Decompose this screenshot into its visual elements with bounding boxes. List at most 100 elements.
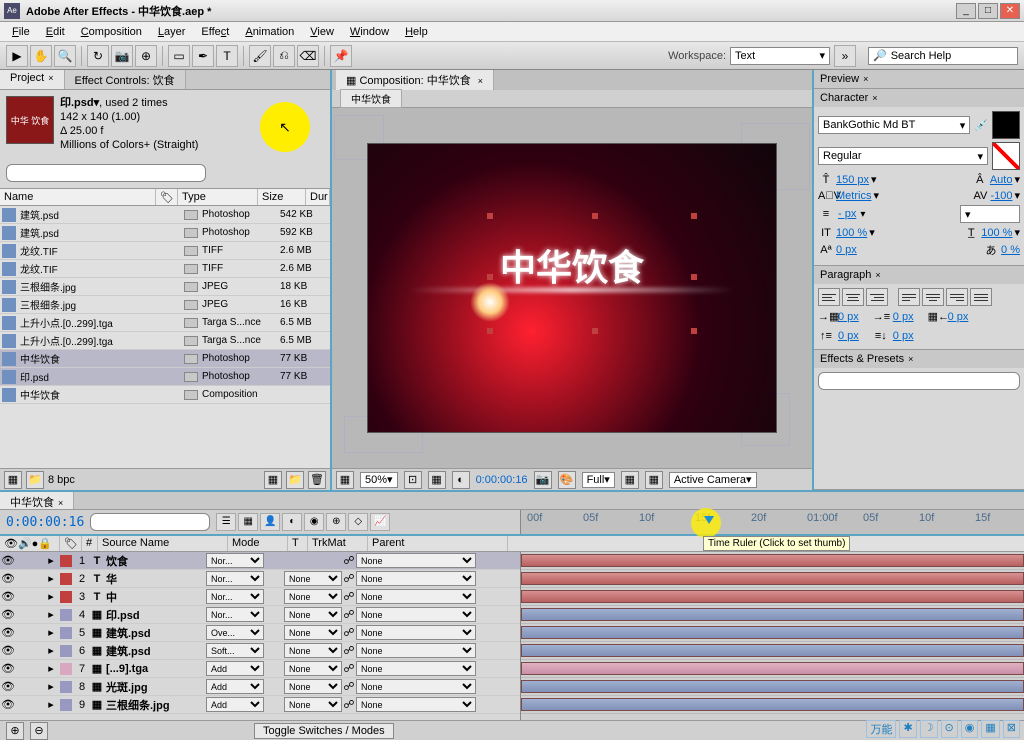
col-name[interactable]: Name (0, 189, 156, 205)
indent-right-value[interactable]: 0 px (948, 311, 969, 323)
fill-color-swatch[interactable] (992, 111, 1020, 139)
frame-blend-button[interactable]: ◐ (282, 513, 302, 531)
project-row[interactable]: 中华饮食Photoshop77 KB (0, 350, 330, 368)
project-row[interactable]: 龙纹.TIFTIFF2.6 MB (0, 260, 330, 278)
interpret-footage-button[interactable]: ▦ (4, 471, 22, 489)
vscale-value[interactable]: 100 % (836, 227, 867, 239)
tracking-value[interactable]: -100 (990, 190, 1012, 202)
timeline-layer-rows[interactable]: 👁▸1T饮食Nor...☍None👁▸2T华Nor...None☍None👁▸3… (0, 552, 520, 720)
project-row[interactable]: 上升小点.[0..299].tgaTarga S...nce6.5 MB (0, 332, 330, 350)
justify-last-center-button[interactable] (922, 288, 944, 306)
transparency-button[interactable]: ▦ (621, 471, 639, 489)
col-mode[interactable]: Mode (228, 536, 288, 551)
project-row[interactable]: 上升小点.[0..299].tgaTarga S...nce6.5 MB (0, 314, 330, 332)
leading-value[interactable]: Auto (990, 174, 1013, 186)
timeline-layer-row[interactable]: 👁▸8▦光斑.jpgAddNone☍None (0, 678, 520, 696)
status-3[interactable]: ☽ (920, 720, 938, 738)
shy-button[interactable]: 👤 (260, 513, 280, 531)
tab-effect-controls[interactable]: Effect Controls: 饮食 (65, 70, 186, 89)
pan-behind-tool[interactable]: ⊕ (135, 45, 157, 67)
timeline-layer-row[interactable]: 👁▸2T华Nor...None☍None (0, 570, 520, 588)
new-comp-button[interactable]: ▦ (264, 471, 282, 489)
mask-button[interactable]: ◐ (452, 471, 470, 489)
new-folder2-button[interactable]: 📁 (286, 471, 304, 489)
timeline-layer-row[interactable]: 👁▸6▦建筑.psdSoft...None☍None (0, 642, 520, 660)
stroke-style-dropdown[interactable]: ▾ (960, 205, 1020, 223)
graph-editor-button[interactable]: 📈 (370, 513, 390, 531)
channels-button[interactable]: 🎨 (558, 471, 576, 489)
align-right-button[interactable] (866, 288, 888, 306)
col-trkmat[interactable]: TrkMat (308, 536, 368, 551)
character-panel-header[interactable]: Character× (814, 89, 1024, 107)
rotate-tool[interactable]: ↻ (87, 45, 109, 67)
timeline-layer-row[interactable]: 👁▸4▦印.psdNor...None☍None (0, 606, 520, 624)
eraser-tool[interactable]: ⌫ (297, 45, 319, 67)
project-row[interactable]: 三根细条.jpgJPEG16 KB (0, 296, 330, 314)
menu-help[interactable]: Help (397, 24, 436, 40)
playhead-icon[interactable] (704, 516, 714, 524)
composition-viewer[interactable]: 中华饮食 (332, 108, 812, 468)
rect-tool[interactable]: ▭ (168, 45, 190, 67)
eyedropper-icon[interactable]: 💉 (974, 119, 988, 132)
maximize-button[interactable]: □ (978, 3, 998, 19)
col-source-name[interactable]: Source Name (98, 536, 228, 551)
project-row[interactable]: 印.psdPhotoshop77 KB (0, 368, 330, 386)
search-help-field[interactable]: 🔎 Search Help (868, 47, 1018, 65)
clone-tool[interactable]: ⎌ (273, 45, 295, 67)
timeline-tracks[interactable] (520, 552, 1024, 720)
time-ruler[interactable]: 00f05f10f15f20f01:00f05f10f15f Time Rule… (520, 510, 1024, 534)
col-parent[interactable]: Parent (368, 536, 508, 551)
3d-view-button[interactable]: ▦ (645, 471, 663, 489)
pen-tool[interactable]: ✒ (192, 45, 214, 67)
status-1[interactable]: 万能 (866, 720, 896, 738)
grid-button[interactable]: ▦ (428, 471, 446, 489)
brush-tool[interactable]: 🖌 (249, 45, 271, 67)
draft-3d-button[interactable]: ▦ (238, 513, 258, 531)
hand-tool[interactable]: ✋ (30, 45, 52, 67)
space-before-value[interactable]: 0 px (838, 330, 859, 342)
hscale-value[interactable]: 100 % (981, 227, 1012, 239)
motion-blur-button[interactable]: ◉ (304, 513, 324, 531)
camera-dropdown[interactable]: Active Camera ▾ (669, 472, 757, 488)
timeline-toggle-button[interactable]: ⊕ (6, 722, 24, 740)
align-left-button[interactable] (818, 288, 840, 306)
effects-panel-header[interactable]: Effects & Presets× (814, 350, 1024, 368)
timeline-search-input[interactable] (90, 513, 210, 531)
col-dur[interactable]: Dur (306, 189, 330, 205)
project-list[interactable]: 建筑.psdPhotoshop542 KB建筑.psdPhotoshop592 … (0, 206, 330, 468)
region-button[interactable]: ▦ (336, 471, 354, 489)
timeline-timecode[interactable]: 0:00:00:16 (6, 515, 84, 530)
text-tool[interactable]: T (216, 45, 238, 67)
status-6[interactable]: ▦ (981, 720, 999, 738)
brainstorm-button[interactable]: ⊕ (326, 513, 346, 531)
auto-keyframe-button[interactable]: ◇ (348, 513, 368, 531)
minimize-button[interactable]: _ (956, 3, 976, 19)
timeline-layer-row[interactable]: 👁▸5▦建筑.psdOve...None☍None (0, 624, 520, 642)
menu-layer[interactable]: Layer (150, 24, 194, 40)
font-size-value[interactable]: 150 px (836, 174, 869, 186)
timeline-layer-row[interactable]: 👁▸7▦[...9].tgaAddNone☍None (0, 660, 520, 678)
font-family-dropdown[interactable]: BankGothic Md BT▾ (818, 116, 970, 134)
menu-window[interactable]: Window (342, 24, 397, 40)
font-style-dropdown[interactable]: Regular▾ (818, 147, 988, 165)
project-row[interactable]: 龙纹.TIFTIFF2.6 MB (0, 242, 330, 260)
timeline-layer-row[interactable]: 👁▸1T饮食Nor...☍None (0, 552, 520, 570)
timeline-toggle2-button[interactable]: ⊖ (30, 722, 48, 740)
new-folder-button[interactable]: 📁 (26, 471, 44, 489)
menu-file[interactable]: File (4, 24, 38, 40)
snapshot-button[interactable]: 📷 (534, 471, 552, 489)
timeline-layer-row[interactable]: 👁▸3T中Nor...None☍None (0, 588, 520, 606)
camera-tool[interactable]: 📷 (111, 45, 133, 67)
resolution-dropdown[interactable]: Full ▾ (582, 472, 615, 488)
status-2[interactable]: ✱ (899, 720, 916, 738)
align-center-button[interactable] (842, 288, 864, 306)
tab-composition[interactable]: ▦ Composition: 中华饮食 × (336, 70, 494, 90)
close-button[interactable]: ✕ (1000, 3, 1020, 19)
project-row[interactable]: 建筑.psdPhotoshop542 KB (0, 206, 330, 224)
status-5[interactable]: ◉ (961, 720, 979, 738)
zoom-tool[interactable]: 🔍 (54, 45, 76, 67)
comp-mini-flowchart-button[interactable]: ☰ (216, 513, 236, 531)
menu-animation[interactable]: Animation (237, 24, 302, 40)
first-line-value[interactable]: 0 px (893, 311, 914, 323)
project-search-input[interactable] (6, 164, 206, 182)
